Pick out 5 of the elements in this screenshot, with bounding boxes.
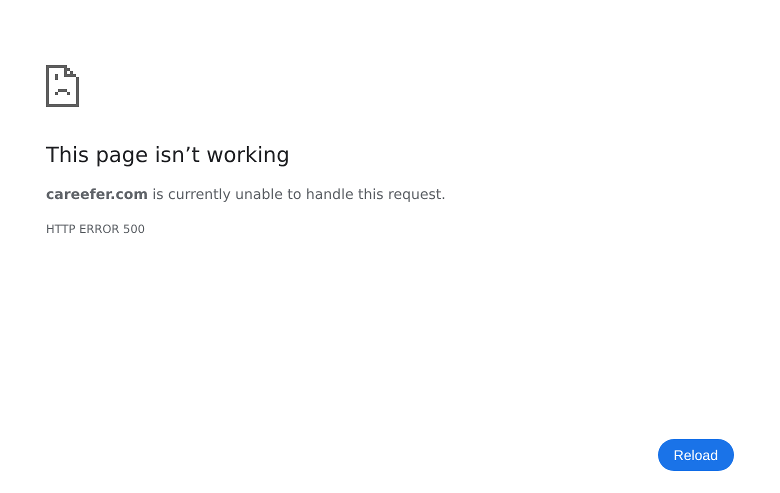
sad-document-icon <box>46 65 79 107</box>
error-message: careefer.com is currently unable to handle this request. <box>46 186 446 205</box>
reload-button[interactable]: Reload <box>658 439 734 471</box>
page-heading: This page isn’t working <box>46 142 290 169</box>
error-code: HTTP ERROR 500 <box>46 221 145 237</box>
